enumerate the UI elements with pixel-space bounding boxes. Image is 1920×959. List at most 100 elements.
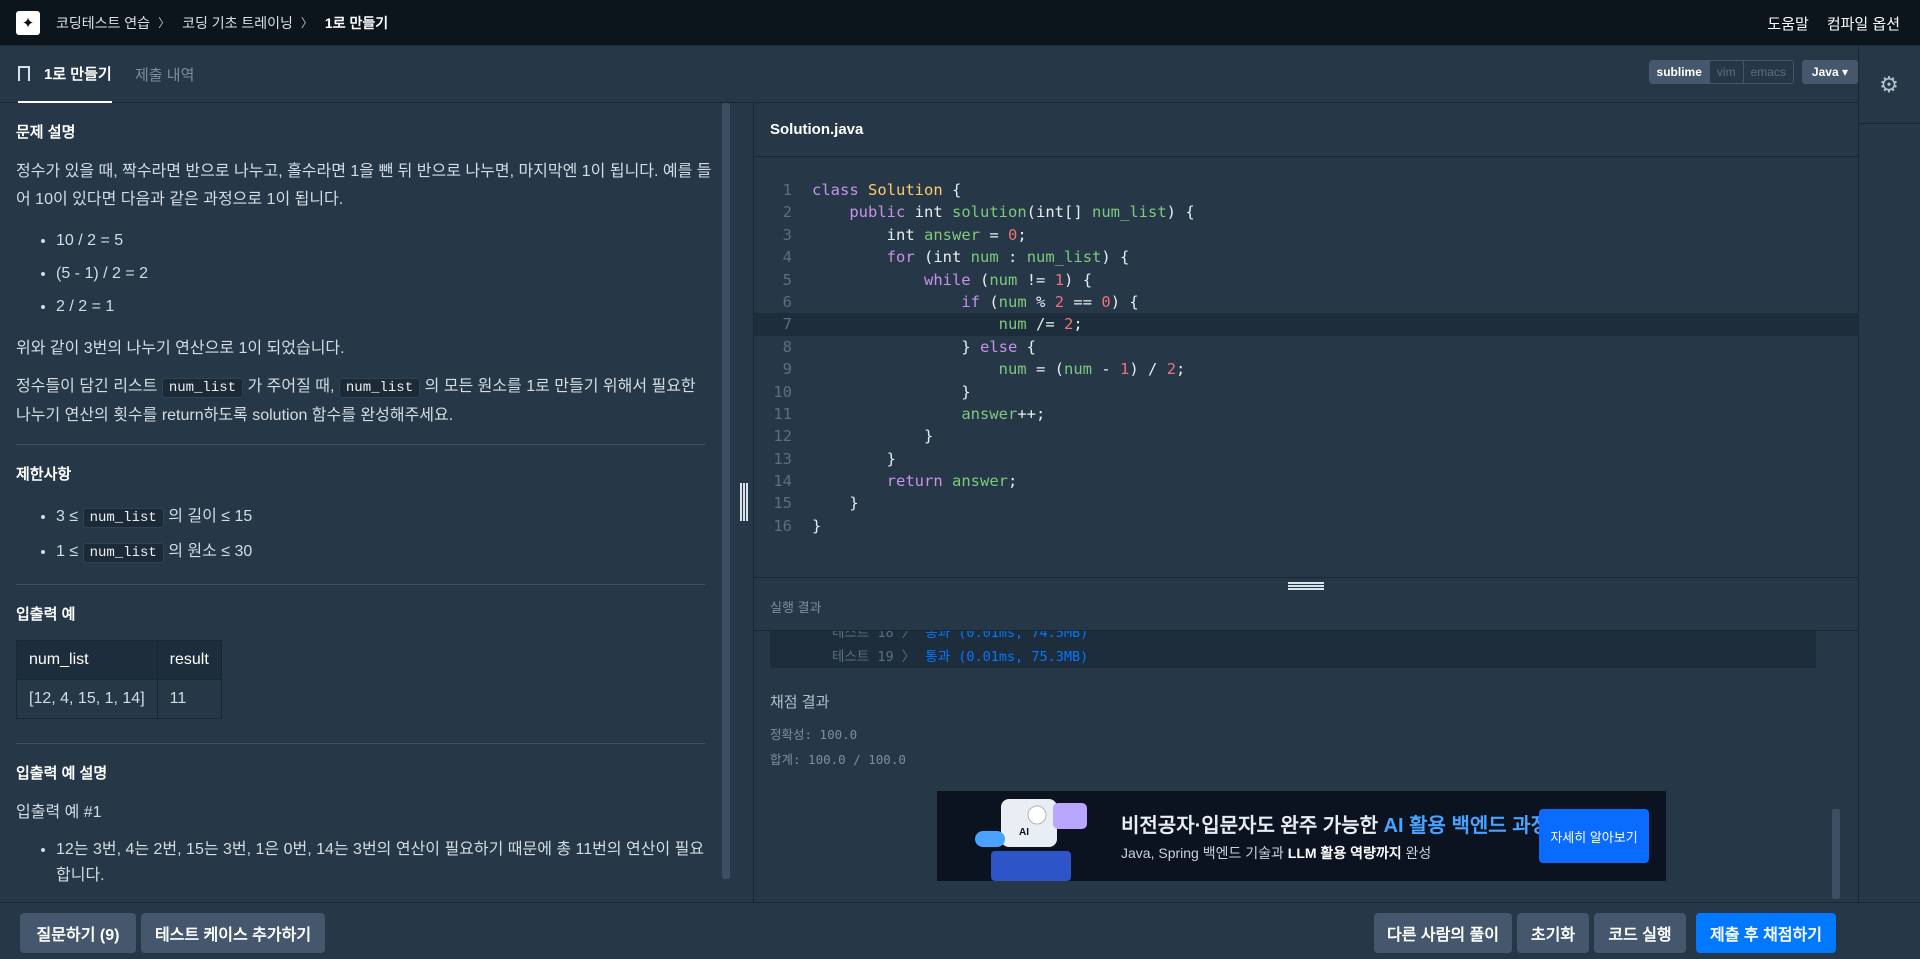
code-line[interactable]: 5 while (num != 1) { <box>754 269 1858 291</box>
run-code-button[interactable]: 코드 실행 <box>1594 913 1686 953</box>
scrollbar-thumb[interactable] <box>722 103 730 879</box>
result-panel: 테스트 18 〉 통과 (0.01ms, 74.5MB) 테스트 19 〉 통과 (… <box>754 631 1858 902</box>
section-title-description: 문제 설명 <box>16 124 76 141</box>
code-line-active[interactable]: 7 num /= 2; <box>754 313 1858 336</box>
divider <box>16 743 705 744</box>
tab-submissions[interactable]: 제출 내역 <box>135 46 194 103</box>
code-line[interactable]: 2 public int solution(int[] num_list) { <box>754 201 1858 223</box>
code-line[interactable]: 13 } <box>754 448 1858 470</box>
test-result-row: 테스트 18 〉 통과 (0.01ms, 74.5MB) <box>832 631 1816 645</box>
line-number: 7 <box>782 315 792 334</box>
ad-banner[interactable]: AI 비전공자·입문자도 완주 가능한 AI 활용 백엔드 과정 Java, S… <box>937 791 1666 881</box>
code-line[interactable]: 16} <box>754 515 1858 537</box>
other-solutions-button[interactable]: 다른 사람의 풀이 <box>1374 913 1512 953</box>
ad-headline-text: 비전공자·입문자도 완주 가능한 <box>1121 815 1384 837</box>
submit-button[interactable]: 제출 후 채점하기 <box>1696 913 1836 953</box>
code-line[interactable]: 12 } <box>754 425 1858 447</box>
code-line[interactable]: 14 return answer; <box>754 470 1858 492</box>
line-number: 15 <box>773 494 792 513</box>
table-row: [12, 4, 15, 1, 14] 11 <box>16 679 222 719</box>
list-item: 3 ≤ num_list 의 길이 ≤ 15 <box>56 500 714 535</box>
vertical-splitter[interactable] <box>730 103 754 902</box>
table-header-row: num_list result <box>16 640 222 680</box>
ad-headline: 비전공자·입문자도 완주 가능한 AI 활용 백엔드 과정 <box>1121 809 1549 838</box>
code-line[interactable]: 15 } <box>754 492 1858 514</box>
ad-subtext-bold: LLM 활용 역량까지 <box>1287 845 1402 861</box>
list-item: (5 - 1) / 2 = 2 <box>56 257 714 290</box>
caret-down-icon: ▾ <box>1841 65 1848 79</box>
code-line[interactable]: 1 class Solution { <box>754 179 1858 201</box>
code-editor-panel: Solution.java 1 class Solution { 2 public… <box>754 103 1858 577</box>
divider <box>16 444 705 445</box>
reset-button[interactable]: 초기화 <box>1517 913 1589 953</box>
test-name: 테스트 18 <box>832 631 894 641</box>
drag-handle-icon[interactable] <box>740 483 748 521</box>
ad-learn-more-button[interactable]: 자세히 알아보기 <box>1539 809 1649 863</box>
table-header: result <box>156 640 222 680</box>
line-number: 13 <box>773 449 792 468</box>
breadcrumb-item-2[interactable]: 코딩 기초 트레이닝 〉 <box>182 13 325 33</box>
code-line[interactable]: 8 } else { <box>754 336 1858 358</box>
ad-illustration: AI <box>975 799 1087 881</box>
bookmark-icon[interactable] <box>18 66 30 81</box>
io-example-table: num_list result [12, 4, 15, 1, 14] 11 <box>16 640 222 719</box>
add-test-case-button[interactable]: 테스트 케이스 추가하기 <box>141 913 325 953</box>
section-title-io-desc: 입출력 예 설명 <box>16 765 108 782</box>
breadcrumb-label: 1로 만들기 <box>324 14 389 31</box>
line-number: 1 <box>782 181 792 199</box>
grading-accuracy: 정확성: 100.0 <box>770 727 858 742</box>
tab-problem-label[interactable]: 1로 만들기 <box>44 63 112 84</box>
line-number: 9 <box>782 360 792 379</box>
table-cell: [12, 4, 15, 1, 14] <box>16 679 158 719</box>
ask-question-button[interactable]: 질문하기 (9) <box>20 913 136 953</box>
breadcrumb-current: 1로 만들기 <box>325 13 388 33</box>
list-item: 12는 3번, 4는 2번, 15는 3번, 1은 0번, 14는 3번의 연산… <box>56 837 714 889</box>
compile-options-link[interactable]: 컴파일 옵션 <box>1827 13 1900 34</box>
result-scrollbar[interactable] <box>1832 809 1840 899</box>
list-item: 2 / 2 = 1 <box>56 290 714 323</box>
breadcrumb-label[interactable]: 코딩 기초 트레이닝 <box>182 13 293 33</box>
programmers-logo-icon[interactable]: ✦ <box>16 10 40 35</box>
test-name: 테스트 19 <box>832 649 894 665</box>
line-number: 14 <box>773 472 792 491</box>
description-paragraph-3: 정수들이 담긴 리스트 num_list 가 주어질 때, num_list 의… <box>16 373 714 430</box>
text-segment: 3 ≤ <box>56 508 79 525</box>
tab-submissions-label[interactable]: 제출 내역 <box>135 64 194 85</box>
left-panel-scrollbar[interactable] <box>722 103 730 879</box>
line-number: 12 <box>773 427 792 446</box>
bottom-action-bar: 질문하기 (9) 테스트 케이스 추가하기 다른 사람의 풀이 초기화 코드 실… <box>0 902 1920 959</box>
code-line[interactable]: 11 answer++; <box>754 403 1858 425</box>
text-segment: 의 원소 ≤ 30 <box>168 543 253 560</box>
test-status: 통과 (0.01ms, 74.5MB) <box>925 631 1089 641</box>
settings-gear-icon[interactable]: ⚙ <box>1858 46 1920 124</box>
code-line[interactable]: 4 for (int num : num_list) { <box>754 246 1858 268</box>
breadcrumb-label[interactable]: 코딩테스트 연습 <box>56 13 150 33</box>
text-segment: 정수들이 담긴 리스트 <box>16 378 158 395</box>
code-line[interactable]: 9 num = (num - 1) / 2; <box>754 358 1858 380</box>
code-line[interactable]: 10 } <box>754 381 1858 403</box>
ad-art-label: AI <box>1019 827 1029 838</box>
editor-options: sublime vim emacs Java ▾ <box>1648 60 1858 84</box>
language-select-value[interactable]: Java <box>1812 65 1839 79</box>
code-editor[interactable]: 1 class Solution { 2 public int solution(… <box>754 157 1858 577</box>
tab-problem[interactable]: 1로 만들기 <box>18 46 112 103</box>
text-segment: 의 길이 ≤ 15 <box>168 508 253 525</box>
steps-list: 10 / 2 = 5 (5 - 1) / 2 = 2 2 / 2 = 1 <box>16 224 714 323</box>
grading-title: 채점 결과 <box>770 694 830 711</box>
inline-code: num_list <box>82 543 164 563</box>
ad-subtext: Java, Spring 백엔드 기술과 LLM 활용 역량까지 완성 <box>1121 843 1431 863</box>
inline-code: num_list <box>82 508 164 528</box>
limits-list: 3 ≤ num_list 의 길이 ≤ 15 1 ≤ num_list 의 원소… <box>16 500 714 570</box>
help-link[interactable]: 도움말 <box>1767 13 1808 34</box>
problem-tab-bar: 1로 만들기 제출 내역 sublime vim emacs Java ▾ <box>0 46 1858 103</box>
mode-vim[interactable]: vim <box>1709 61 1744 83</box>
code-line[interactable]: 6 if (num % 2 == 0) { <box>754 291 1858 313</box>
line-number: 8 <box>782 337 792 356</box>
code-line[interactable]: 3 int answer = 0; <box>754 224 1858 246</box>
mode-emacs[interactable]: emacs <box>1743 61 1793 83</box>
mode-sublime[interactable]: sublime <box>1649 61 1710 83</box>
grading-result: 채점 결과 정확성: 100.0 합계: 100.0 / 100.0 <box>770 691 906 772</box>
language-select[interactable]: Java ▾ <box>1801 60 1858 84</box>
keymap-mode-group: sublime vim emacs <box>1648 60 1794 84</box>
breadcrumb-item-1[interactable]: 코딩테스트 연습 〉 <box>56 13 182 33</box>
